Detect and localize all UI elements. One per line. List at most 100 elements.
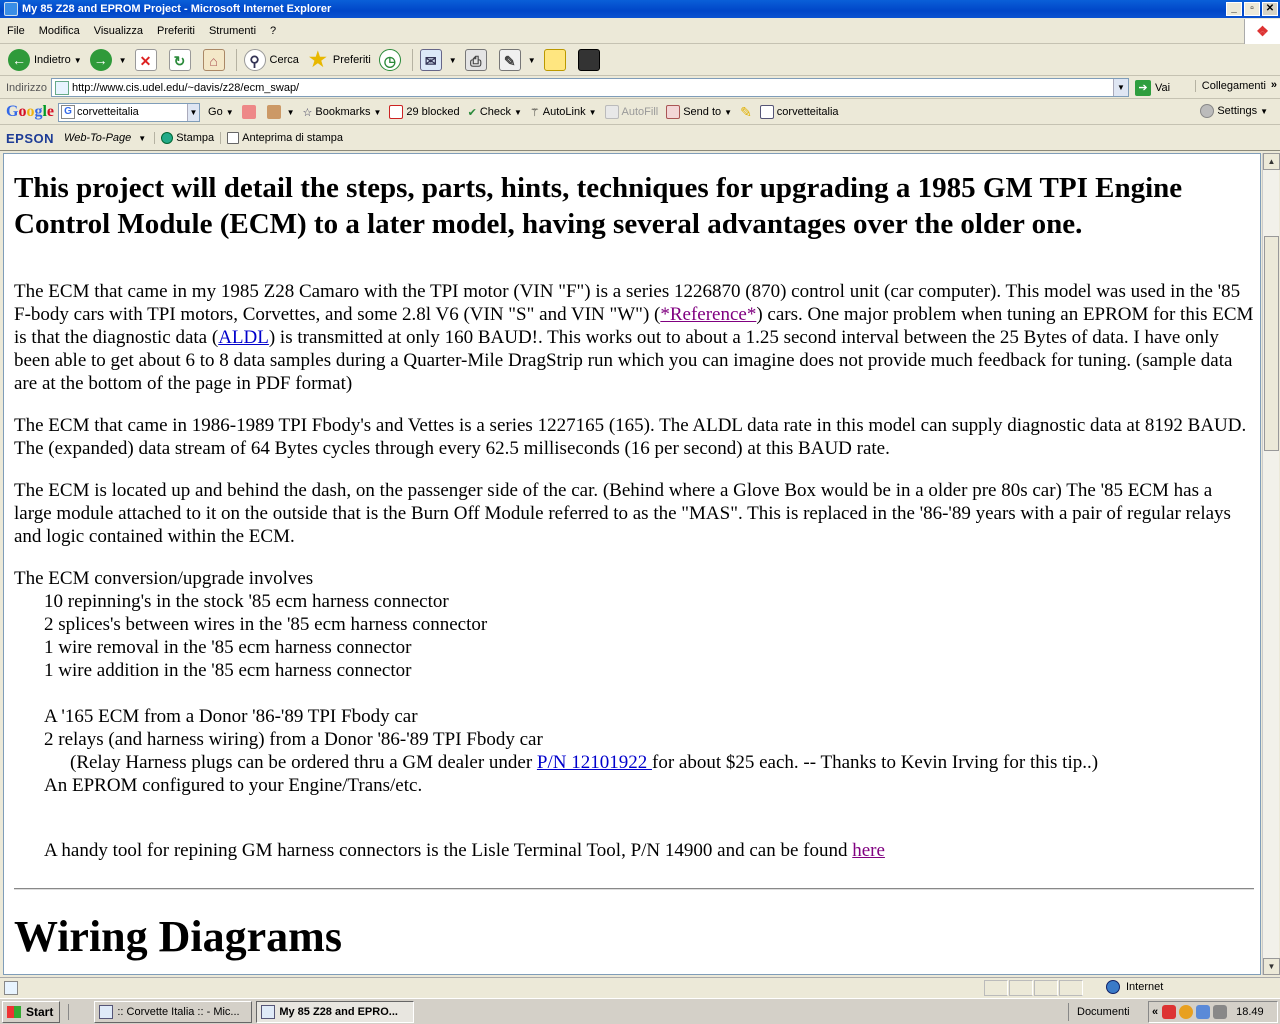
- sendto-button[interactable]: Send to ▼: [662, 105, 736, 119]
- go-dropdown-icon[interactable]: ▼: [226, 108, 234, 117]
- bookmarks-dropdown-icon[interactable]: ▼: [373, 108, 381, 117]
- print-button[interactable]: ⎙: [461, 47, 495, 73]
- edit-button[interactable]: ✎ ▼: [495, 47, 540, 73]
- minimize-button[interactable]: _: [1226, 2, 1242, 16]
- url-input[interactable]: [71, 79, 1113, 96]
- google-search-box[interactable]: G ▼: [58, 102, 201, 122]
- google-search-input[interactable]: [77, 106, 178, 118]
- back-button[interactable]: ← Indietro ▼: [4, 47, 86, 73]
- aldl-link[interactable]: ALDL: [218, 327, 269, 348]
- google-go-button[interactable]: Go ▼: [204, 106, 238, 118]
- epson-print-label: Stampa: [176, 132, 215, 144]
- search-button[interactable]: ⚲ Cerca: [240, 47, 303, 73]
- links-chevron-icon[interactable]: »: [1271, 79, 1277, 91]
- print-preview-button[interactable]: Anteprima di stampa: [220, 132, 349, 144]
- menu-tools[interactable]: Strumenti: [202, 25, 263, 37]
- bookmarks-button[interactable]: ☆ Bookmarks ▼: [299, 106, 386, 119]
- tray-volume-icon[interactable]: [1213, 1005, 1228, 1019]
- taskbar-button-corvette-italia[interactable]: :: Corvette Italia :: - Mic...: [94, 1000, 253, 1023]
- menu-file[interactable]: File: [0, 25, 32, 37]
- address-dropdown-icon[interactable]: ▼: [1112, 79, 1128, 96]
- parts-item: A '165 ECM from a Donor '86-'89 TPI Fbod…: [44, 706, 418, 727]
- back-dropdown-icon[interactable]: ▼: [74, 56, 82, 65]
- page-viewport[interactable]: This project will detail the steps, part…: [3, 153, 1261, 975]
- notes-button[interactable]: [540, 47, 574, 73]
- scroll-down-icon[interactable]: ▼: [1263, 958, 1280, 975]
- search-icon: ⚲: [243, 49, 266, 71]
- google-logo[interactable]: Google: [6, 103, 54, 121]
- parts-item: An EPROM configured to your Engine/Trans…: [44, 775, 423, 796]
- autolink-button[interactable]: ⚚ AutoLink ▼: [526, 106, 601, 119]
- history-button[interactable]: ◷: [375, 47, 409, 73]
- vertical-scrollbar[interactable]: ▲ ▼: [1262, 153, 1280, 975]
- autolink-dropdown-icon[interactable]: ▼: [589, 108, 597, 117]
- address-field[interactable]: ▼: [50, 78, 1129, 97]
- bookmarks-label: Bookmarks: [315, 106, 371, 118]
- maximize-button[interactable]: ▫: [1244, 2, 1260, 16]
- here-link[interactable]: here: [852, 840, 885, 861]
- options-button[interactable]: ▼: [263, 105, 299, 119]
- status-bar: Internet: [0, 977, 1280, 997]
- menu-help[interactable]: ?: [263, 25, 283, 37]
- forward-button[interactable]: → ▼: [86, 47, 131, 73]
- web-to-page-dropdown-icon[interactable]: ▼: [138, 134, 146, 143]
- options-dropdown-icon[interactable]: ▼: [287, 108, 295, 117]
- blocked-label: 29 blocked: [406, 106, 460, 118]
- start-button[interactable]: Start: [2, 1000, 61, 1023]
- links-label[interactable]: Collegamenti: [1194, 80, 1266, 92]
- spellcheck-button[interactable]: ✔ Check ▼: [464, 106, 526, 119]
- autofill-button[interactable]: AutoFill: [601, 105, 663, 119]
- epson-print-button[interactable]: Stampa: [154, 132, 220, 144]
- edit-dropdown-icon[interactable]: ▼: [528, 56, 536, 65]
- internet-globe-icon: [1106, 980, 1120, 994]
- tray-network-icon[interactable]: [1196, 1005, 1211, 1019]
- forward-dropdown-icon[interactable]: ▼: [119, 56, 127, 65]
- taskbar-button-z28-project[interactable]: My 85 Z28 and EPRO...: [256, 1000, 415, 1023]
- home-button[interactable]: ⌂: [199, 47, 233, 73]
- mail-dropdown-icon[interactable]: ▼: [449, 56, 457, 65]
- stop-button[interactable]: ✕: [131, 47, 165, 73]
- tray-app-icon[interactable]: [1179, 1005, 1194, 1019]
- pagerank-button[interactable]: [238, 105, 263, 119]
- google-search-dropdown-icon[interactable]: ▼: [187, 103, 200, 121]
- favorites-button[interactable]: ★ Preferiti: [303, 47, 375, 73]
- scroll-up-icon[interactable]: ▲: [1263, 153, 1280, 170]
- autolink-label: AutoLink: [542, 106, 586, 118]
- menu-view[interactable]: Visualizza: [87, 25, 150, 37]
- settings-label: Settings: [1217, 105, 1258, 117]
- media-icon: [577, 49, 600, 71]
- mail-button[interactable]: ✉ ▼: [416, 47, 461, 73]
- clock[interactable]: 18.49: [1236, 1006, 1264, 1018]
- close-button[interactable]: ✕: [1262, 2, 1278, 16]
- messenger-button[interactable]: [574, 47, 608, 73]
- go-button[interactable]: ➔ Vai: [1134, 79, 1170, 96]
- check-dropdown-icon[interactable]: ▼: [514, 108, 522, 117]
- web-to-page-button[interactable]: Web-To-Page: [64, 132, 131, 144]
- tray-expand-icon[interactable]: «: [1152, 1006, 1158, 1018]
- ie-task-icon: [99, 1004, 114, 1019]
- refresh-button[interactable]: ↻: [165, 47, 199, 73]
- settings-dropdown-icon[interactable]: ▼: [1260, 107, 1268, 116]
- menu-favorites[interactable]: Preferiti: [150, 25, 202, 37]
- menu-edit[interactable]: Modifica: [32, 25, 87, 37]
- search-term-button[interactable]: corvetteitalia: [756, 105, 843, 119]
- highlight-button[interactable]: ✎: [736, 104, 756, 121]
- search-term-icon: [759, 105, 774, 119]
- epson-toolbar: EPSON Web-To-Page ▼ Stampa Anteprima di …: [0, 126, 1280, 151]
- sendto-dropdown-icon[interactable]: ▼: [724, 108, 732, 117]
- standard-toolbar: ← Indietro ▼ → ▼ ✕ ↻ ⌂ ⚲ Cerca ★ Preferi…: [0, 45, 1280, 76]
- part-number-link[interactable]: P/N 12101922: [537, 752, 652, 773]
- scrollbar-thumb[interactable]: [1264, 236, 1279, 451]
- wiring-diagrams-heading: Wiring Diagrams: [14, 912, 342, 961]
- page-icon: [54, 80, 69, 95]
- epson-logo: EPSON: [6, 130, 55, 146]
- tray-app-icon[interactable]: [1162, 1005, 1177, 1019]
- google-settings-button[interactable]: Settings ▼: [1200, 104, 1268, 118]
- toolbar-separator: [411, 49, 413, 71]
- status-pane: [1059, 980, 1083, 996]
- documents-toolbar[interactable]: Documenti: [1068, 1003, 1130, 1021]
- google-toolbar: Google G ▼ Go▼ ▼ ☆Bookmarks▼ 29 blocked …: [0, 100, 1280, 125]
- check-icon: ✔: [467, 106, 477, 119]
- reference-link[interactable]: *Reference*: [660, 304, 756, 325]
- popup-blocker-button[interactable]: 29 blocked: [385, 105, 463, 119]
